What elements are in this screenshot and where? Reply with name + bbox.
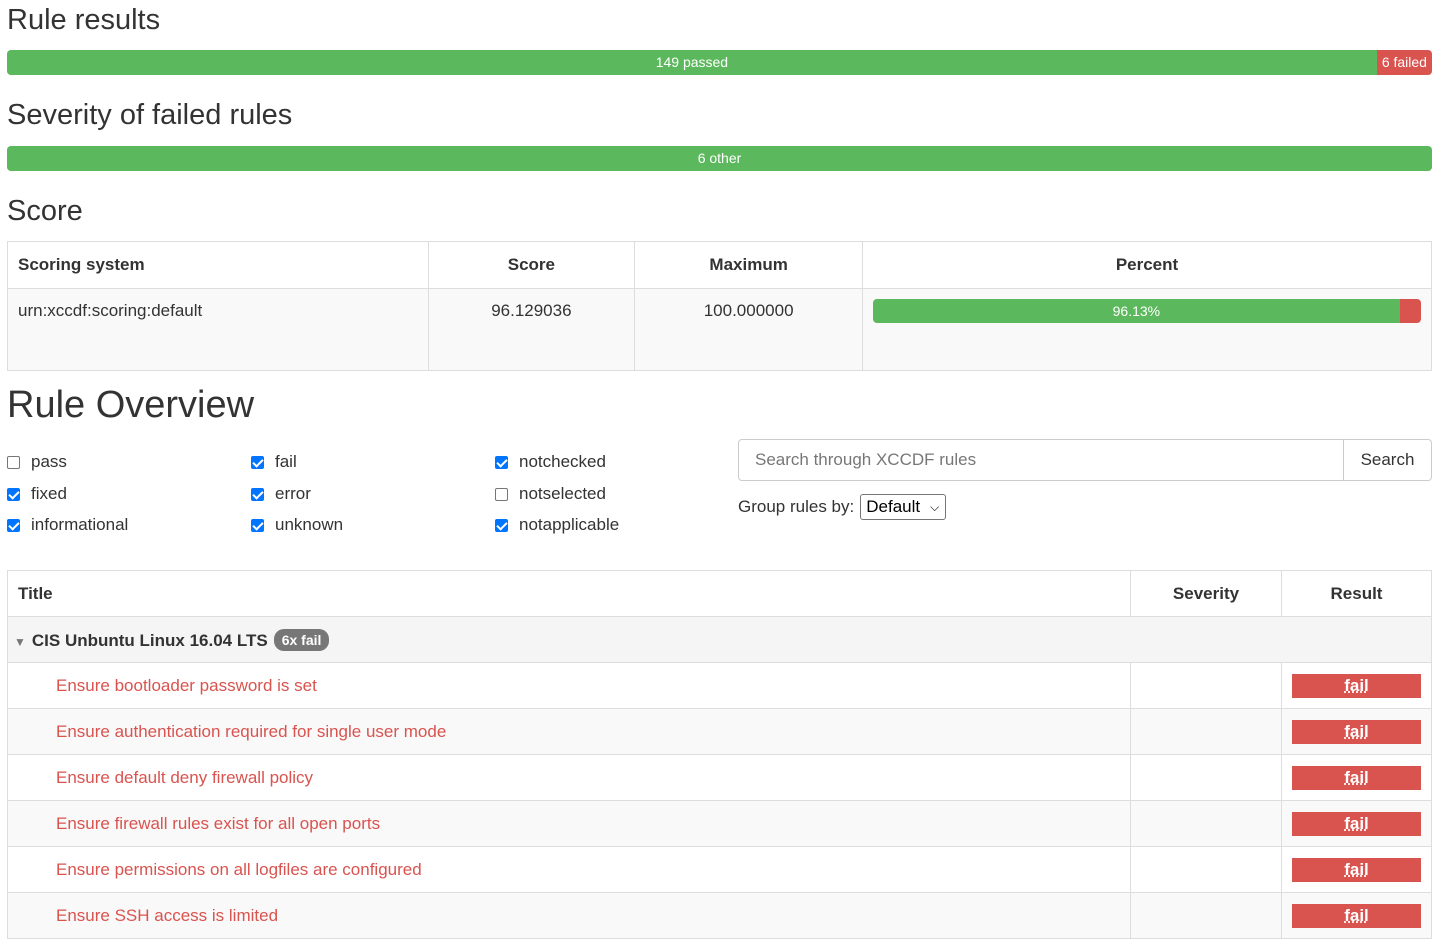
percent-bar: 96.13% bbox=[873, 299, 1421, 323]
rule-severity bbox=[1130, 662, 1282, 709]
rule-severity bbox=[1130, 800, 1282, 847]
group-rules-value: Default bbox=[866, 497, 921, 516]
filter-notselected[interactable]: notselected bbox=[495, 484, 606, 504]
passed-segment: 149 passed bbox=[7, 50, 1377, 75]
filter-pass[interactable]: pass bbox=[7, 452, 67, 472]
filter-notapplicable[interactable]: notapplicable bbox=[495, 515, 619, 535]
severity-bar: 6 other bbox=[7, 146, 1432, 171]
rule-overview-heading: Rule Overview bbox=[7, 384, 255, 426]
filter-notchecked[interactable]: notchecked bbox=[495, 452, 606, 472]
checkbox[interactable] bbox=[495, 518, 508, 532]
severity-heading: Severity of failed rules bbox=[7, 99, 293, 131]
rule-results-heading: Rule results bbox=[7, 4, 161, 36]
col-title: Title bbox=[7, 570, 1131, 617]
rule-title-link[interactable]: Ensure SSH access is limited bbox=[7, 892, 1131, 939]
score-heading: Score bbox=[7, 195, 83, 227]
rule-result-cell: fail bbox=[1281, 754, 1432, 801]
group-name: CIS Unbuntu Linux 16.04 LTS bbox=[31, 630, 268, 650]
col-maximum: Maximum bbox=[634, 241, 863, 289]
checkbox[interactable] bbox=[251, 455, 264, 469]
result-filters: pass fixed informational fail error unkn… bbox=[7, 452, 727, 542]
col-severity: Severity bbox=[1130, 570, 1282, 617]
fail-count-badge: 6x fail bbox=[273, 628, 330, 651]
maximum-value: 100.000000 bbox=[634, 288, 863, 371]
rule-result-cell: fail bbox=[1281, 708, 1432, 755]
failed-segment: 6 failed bbox=[1376, 50, 1432, 75]
filter-error[interactable]: error bbox=[251, 484, 311, 504]
score-table: Scoring system Score Maximum Percent urn… bbox=[7, 241, 1432, 371]
chevron-down-icon: ⌵ bbox=[930, 499, 940, 514]
rule-title-link[interactable]: Ensure bootloader password is set bbox=[7, 662, 1131, 709]
checkbox[interactable] bbox=[495, 455, 508, 469]
rule-title-link[interactable]: Ensure firewall rules exist for all open… bbox=[7, 800, 1131, 847]
rule-severity bbox=[1130, 892, 1282, 939]
rule-title-link[interactable]: Ensure authentication required for singl… bbox=[7, 708, 1131, 755]
score-row: urn:xccdf:scoring:default 96.129036 100.… bbox=[7, 288, 1432, 371]
checkbox[interactable] bbox=[251, 487, 264, 501]
group-rules-control: Group rules by: Default ⌵ bbox=[738, 494, 947, 520]
filter-fail[interactable]: fail bbox=[251, 452, 297, 472]
rule-result-cell: fail bbox=[1281, 846, 1432, 893]
checkbox[interactable] bbox=[495, 487, 508, 501]
result-fail-badge[interactable]: fail bbox=[1292, 719, 1421, 744]
percent-fill: 96.13% bbox=[873, 299, 1400, 323]
scoring-system-value: urn:xccdf:scoring:default bbox=[7, 288, 429, 371]
col-result: Result bbox=[1281, 570, 1432, 617]
filter-fixed[interactable]: fixed bbox=[7, 484, 67, 504]
checkbox[interactable] bbox=[251, 518, 264, 532]
rule-result-cell: fail bbox=[1281, 892, 1432, 939]
rule-title-link[interactable]: Ensure default deny firewall policy bbox=[7, 754, 1131, 801]
group-rules-select[interactable]: Default ⌵ bbox=[860, 494, 947, 520]
search-input[interactable]: Search through XCCDF rules bbox=[738, 439, 1344, 481]
rule-row[interactable]: Ensure permissions on all logfiles are c… bbox=[7, 846, 1432, 893]
rules-table: Title Severity Result ▼ CIS Unbuntu Linux… bbox=[7, 570, 1432, 939]
result-fail-badge[interactable]: fail bbox=[1292, 765, 1421, 790]
rule-row[interactable]: Ensure bootloader password is set fail bbox=[7, 662, 1432, 709]
rule-group-row[interactable]: ▼ CIS Unbuntu Linux 16.04 LTS 6x fail bbox=[7, 616, 1432, 663]
filter-unknown[interactable]: unknown bbox=[251, 515, 343, 535]
rule-row[interactable]: Ensure firewall rules exist for all open… bbox=[7, 800, 1432, 847]
collapse-triangle-icon[interactable]: ▼ bbox=[14, 635, 26, 649]
col-scoring-system: Scoring system bbox=[7, 241, 429, 289]
rule-results-bar: 149 passed 6 failed bbox=[7, 50, 1432, 75]
rule-severity bbox=[1130, 754, 1282, 801]
rule-row[interactable]: Ensure default deny firewall policy fail bbox=[7, 754, 1432, 801]
checkbox[interactable] bbox=[7, 455, 20, 469]
rule-severity bbox=[1130, 708, 1282, 755]
col-percent: Percent bbox=[862, 241, 1432, 289]
col-score: Score bbox=[427, 241, 636, 289]
result-fail-badge[interactable]: fail bbox=[1292, 903, 1421, 928]
rule-row[interactable]: Ensure authentication required for singl… bbox=[7, 708, 1432, 755]
result-fail-badge[interactable]: fail bbox=[1292, 673, 1421, 698]
rule-result-cell: fail bbox=[1281, 662, 1432, 709]
rule-title-link[interactable]: Ensure permissions on all logfiles are c… bbox=[7, 846, 1131, 893]
checkbox[interactable] bbox=[7, 518, 20, 532]
other-severity-segment: 6 other bbox=[7, 146, 1432, 171]
rule-severity bbox=[1130, 846, 1282, 893]
group-rules-label: Group rules by: bbox=[738, 497, 855, 516]
result-fail-badge[interactable]: fail bbox=[1292, 811, 1421, 836]
percent-remainder bbox=[1399, 299, 1421, 323]
checkbox[interactable] bbox=[7, 487, 20, 501]
search-bar: Search through XCCDF rules Search bbox=[738, 439, 1432, 481]
result-fail-badge[interactable]: fail bbox=[1292, 857, 1421, 882]
score-value: 96.129036 bbox=[427, 288, 636, 371]
rule-result-cell: fail bbox=[1281, 800, 1432, 847]
filter-informational[interactable]: informational bbox=[7, 515, 128, 535]
percent-cell: 96.13% bbox=[862, 288, 1432, 371]
search-button[interactable]: Search bbox=[1344, 439, 1432, 481]
rule-row[interactable]: Ensure SSH access is limited fail bbox=[7, 892, 1432, 939]
